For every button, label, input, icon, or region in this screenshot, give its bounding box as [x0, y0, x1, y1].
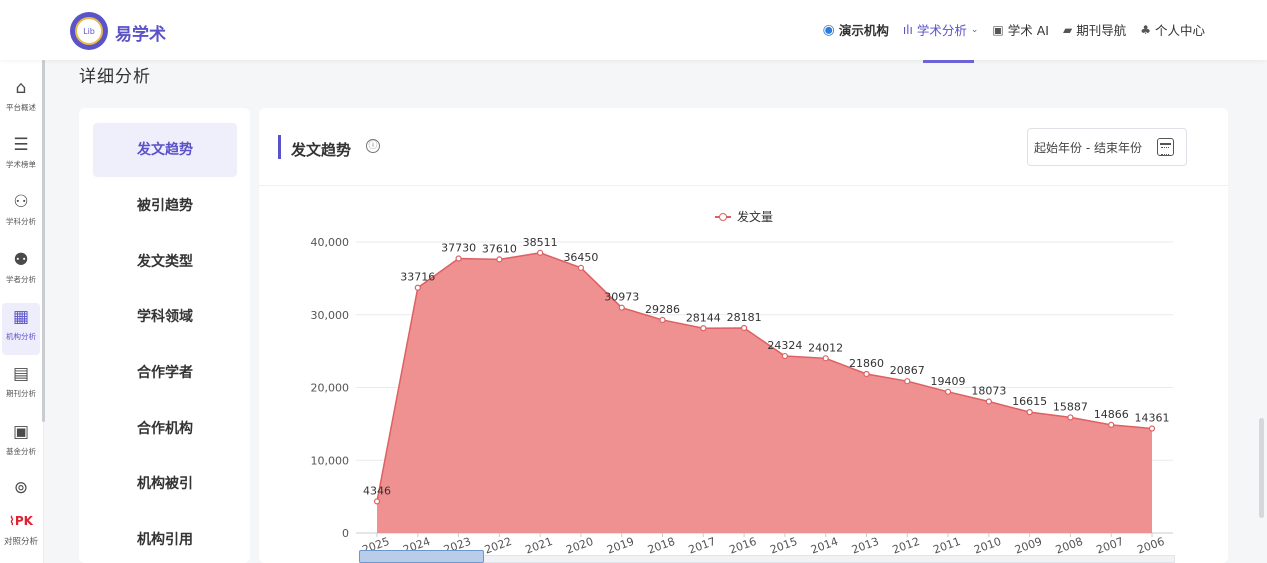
sidebar-item-label: 基金分析 [6, 447, 36, 456]
chart-card: 发文趋势 ⓘ 起始年份 - 结束年份 发文量 [259, 108, 1228, 563]
nav-institution[interactable]: ◉ 演示机构 [823, 20, 889, 39]
list-icon: ☰ [13, 135, 29, 155]
sidebar-item-institution[interactable]: ▦ 机构分析 [2, 303, 40, 355]
sidebar-item-journal[interactable]: ▤ 期刊分析 [2, 364, 40, 399]
logo-icon[interactable]: Lib [70, 12, 108, 50]
submenu-item-institution-cited[interactable]: 机构被引 [93, 457, 237, 511]
nav-active-indicator [923, 60, 974, 63]
ai-bot-icon: ▣ [992, 22, 1004, 37]
sidebar-item-overview[interactable]: ⌂ 平台概述 [2, 78, 40, 113]
bar-chart-icon: ılı [902, 22, 913, 37]
data-zoom-handle[interactable] [359, 550, 484, 563]
sidebar-item-rankings[interactable]: ☰ 学术榜单 [2, 135, 40, 170]
chart-legend[interactable]: 发文量 [715, 208, 773, 225]
sidebar-item-scholar[interactable]: ⚉ 学者分析 [2, 250, 40, 285]
legend-marker [715, 212, 731, 222]
book-icon: ▰ [1062, 22, 1073, 37]
submenu-item-publication-type[interactable]: 发文类型 [93, 235, 237, 289]
sidebar-scrollbar[interactable] [42, 60, 45, 422]
hierarchy-icon: ⚇ [13, 192, 29, 212]
nav-academic-ai-label: 学术 AI [1007, 23, 1049, 38]
submenu-item-partner-institutions[interactable]: 合作机构 [93, 402, 237, 456]
nav-personal-center[interactable]: ♣ 个人中心 [1140, 20, 1205, 39]
brand-name[interactable]: 易学术 [115, 20, 166, 45]
user-icon: ♣ [1140, 22, 1151, 37]
sidebar-item-fund[interactable]: ▣ 基金分析 [2, 422, 40, 457]
submenu-item-discipline-field[interactable]: 学科领域 [93, 290, 237, 344]
top-nav: ◉ 演示机构 ılı 学术分析 ⌄ ▣ 学术 AI ▰ 期刊导航 ♣ 个人中心 [823, 20, 1205, 39]
top-header: Lib 易学术 ◉ 演示机构 ılı 学术分析 ⌄ ▣ 学术 AI ▰ 期刊导航 ♣ 个人中… [0, 0, 1267, 60]
sidebar-item-label: 期刊分析 [6, 389, 36, 398]
building-icon: ▦ [12, 307, 30, 327]
location-pin-icon: ⊚ [13, 478, 29, 498]
money-icon: ▣ [12, 422, 30, 442]
nav-academic-ai[interactable]: ▣ 学术 AI [992, 20, 1049, 39]
sidebar-item-label: 对照分析 [3, 537, 38, 547]
nav-journal-guide-label: 期刊导航 [1076, 23, 1127, 38]
page-title: 详细分析 [79, 67, 151, 87]
pk-chart-icon: ⌇PK [9, 514, 33, 528]
sidebar-item-label: 机构分析 [6, 332, 36, 341]
submenu-item-publication-trend[interactable]: 发文趋势 [93, 123, 237, 177]
sidebar-item-label: 学术榜单 [6, 160, 36, 169]
info-icon[interactable]: ⓘ [366, 139, 380, 153]
nav-academic-analysis[interactable]: ılı 学术分析 ⌄ [903, 20, 979, 39]
title-accent-bar [278, 135, 281, 159]
nav-personal-center-label: 个人中心 [1154, 23, 1205, 38]
year-range-picker[interactable]: 起始年份 - 结束年份 [1027, 128, 1187, 166]
calendar-icon [1157, 138, 1174, 156]
page-scrollbar[interactable] [1259, 418, 1264, 518]
analysis-submenu: 发文趋势 被引趋势 发文类型 学科领域 合作学者 合作机构 机构被引 机构引用 [79, 108, 250, 563]
sidebar-item-discipline[interactable]: ⚇ 学科分析 [2, 192, 40, 227]
sidebar-item-compare[interactable]: ⌇PK 对照分析 [2, 511, 40, 547]
card-header: 发文趋势 ⓘ 起始年份 - 结束年份 [259, 108, 1228, 186]
nav-academic-analysis-label: 学术分析 [916, 23, 967, 38]
legend-label: 发文量 [737, 210, 774, 224]
nav-journal-guide[interactable]: ▰ 期刊导航 [1063, 20, 1126, 39]
chevron-down-icon: ⌄ [970, 24, 979, 35]
nav-institution-label: 演示机构 [838, 23, 889, 38]
submenu-item-institution-citing[interactable]: 机构引用 [93, 513, 237, 563]
sidebar-item-location[interactable]: ⊚ [2, 478, 40, 498]
journal-icon: ▤ [12, 364, 30, 384]
submenu-item-coauthors[interactable]: 合作学者 [93, 346, 237, 400]
institution-globe-icon: ◉ [822, 21, 835, 38]
sidebar-item-label: 学科分析 [6, 217, 36, 226]
users-icon: ⚉ [13, 250, 29, 270]
year-range-placeholder: 起始年份 - 结束年份 [1034, 140, 1142, 155]
logo-inner: Lib [75, 17, 103, 45]
submenu-item-citation-trend[interactable]: 被引趋势 [93, 179, 237, 233]
sidebar-item-label: 平台概述 [6, 103, 36, 112]
home-icon: ⌂ [15, 78, 27, 98]
sidebar-item-label: 学者分析 [6, 275, 36, 284]
card-title: 发文趋势 [291, 141, 352, 159]
